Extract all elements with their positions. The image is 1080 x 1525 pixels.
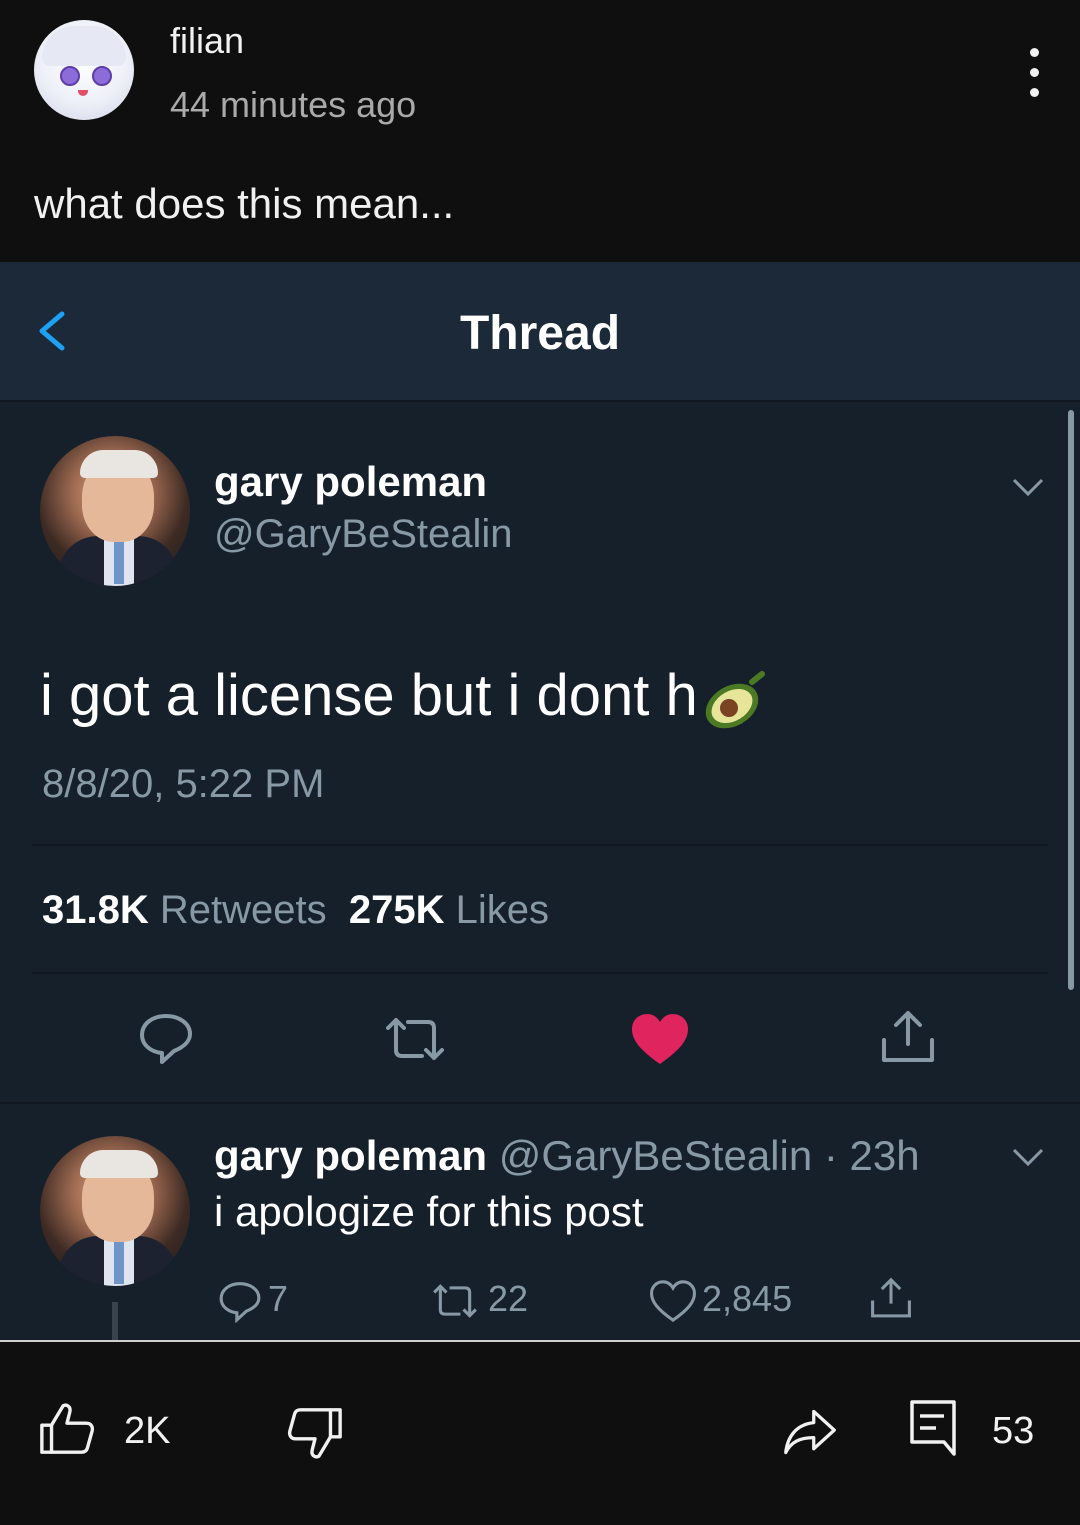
share-arrow-icon[interactable] [780,1404,840,1460]
tweet-timestamp: 8/8/20, 5:22 PM [42,762,325,806]
reply-like-count[interactable]: 2,845 [649,1278,792,1323]
thread-connector-line [112,1302,118,1340]
channel-avatar[interactable] [34,20,134,120]
likes-count: 275K [348,888,445,932]
reply-icon [219,1282,261,1324]
share-icon[interactable] [868,1276,914,1322]
tweet-author-avatar [40,436,190,586]
thread-title: Thread [459,307,621,360]
chevron-down-icon [1012,478,1044,497]
post-image-tweet-screenshot[interactable]: Thread gary poleman @GaryBeStealin i got… [0,262,1080,1340]
divider [0,1102,1080,1104]
thread-topbar: Thread [0,262,1080,400]
likes-label: Likes [455,888,549,932]
heart-outline-icon [649,1280,697,1323]
like-count: 2K [124,1410,171,1452]
avocado-emoji-icon [705,670,765,728]
tweet-author-handle: @GaryBeStealin [214,512,513,556]
tweet-author-name: gary poleman [214,458,488,505]
post-text: what does this mean... [34,180,455,227]
comments-icon[interactable] [908,1398,958,1458]
divider [0,400,1080,402]
reply-reply-count[interactable]: 7 [218,1278,288,1324]
dislike-thumb-down-icon[interactable] [286,1404,344,1462]
reply-text: i apologize for this post [214,1188,644,1235]
post-header: filian 44 minutes ago what does this mea… [0,0,1080,262]
post-timestamp: 44 minutes ago [170,84,417,125]
comments-count: 53 [992,1410,1035,1452]
like-heart-icon[interactable] [630,1012,690,1066]
reply-author-name: gary poleman [214,1132,488,1179]
retweets-label: Retweets [159,888,327,932]
divider [32,844,1048,846]
channel-name[interactable]: filian [170,20,244,62]
post-action-bar: 2K 53 [0,1340,1080,1525]
reply-handle-time: @GaryBeStealin · 23h [498,1132,920,1179]
share-icon[interactable] [878,1008,938,1068]
more-vert-icon [1030,48,1039,57]
like-thumb-up-icon[interactable] [38,1400,96,1458]
retweets-count: 31.8K [42,888,149,932]
reply-icon[interactable] [138,1010,194,1066]
reply-header: gary poleman @GaryBeStealin · 23h [214,1132,920,1180]
chevron-down-icon [1012,1148,1044,1167]
divider [32,972,1048,974]
reply-retweet-count[interactable]: 22 [428,1278,528,1321]
reply-author-avatar [40,1136,190,1286]
more-options-button[interactable] [1014,44,1054,100]
tweet-text: i got a license but i dont h [40,662,768,730]
retweet-icon[interactable] [380,1014,450,1064]
retweet-icon [433,1284,477,1319]
scrollbar [1068,410,1074,990]
tweet-stats: 31.8K Retweets 275K Likes [42,888,549,933]
